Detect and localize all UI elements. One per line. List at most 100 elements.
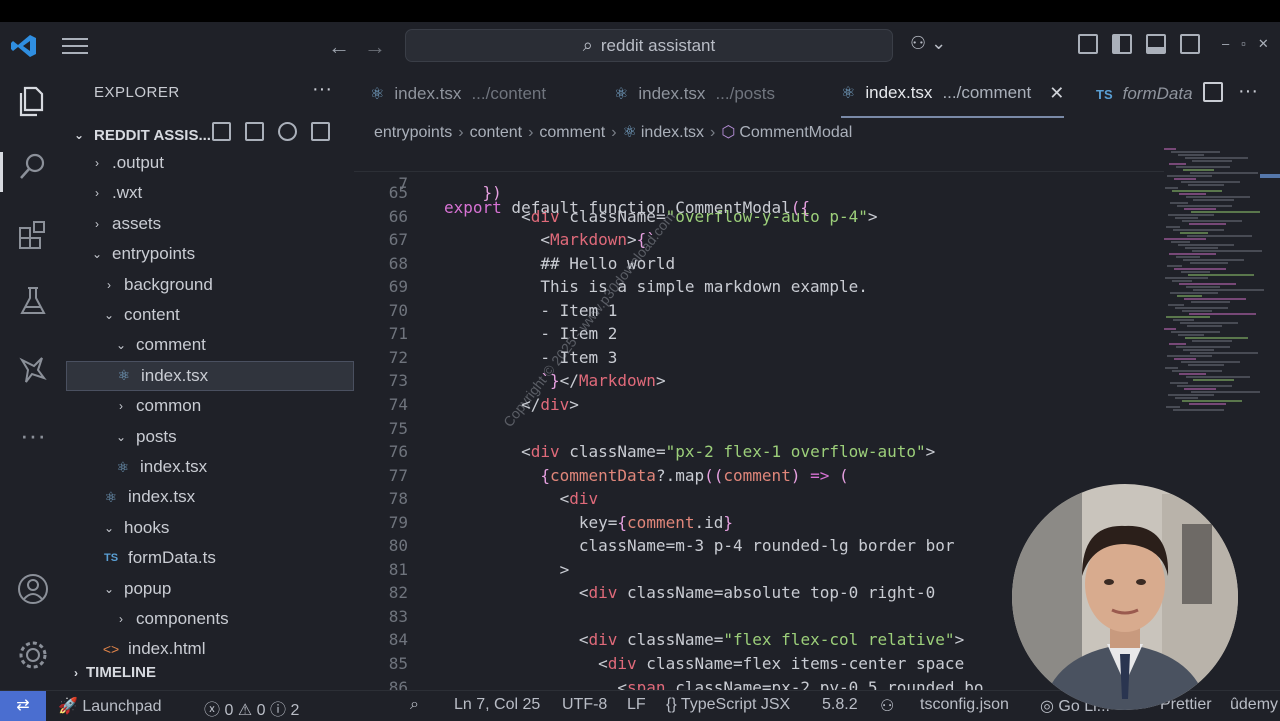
minimap-line bbox=[1164, 238, 1206, 240]
code-line[interactable]: 76 <div className="px-2 flex-1 overflow-… bbox=[354, 440, 1164, 464]
code-text: key={comment.id} bbox=[444, 512, 734, 532]
breadcrumb-item[interactable]: entrypoints bbox=[374, 124, 452, 141]
vscode-logo-icon[interactable] bbox=[10, 32, 38, 60]
language-mode[interactable]: {} TypeScript JSX bbox=[666, 696, 790, 714]
toggle-panel-icon[interactable] bbox=[1146, 34, 1166, 54]
toggle-secondary-sidebar-icon[interactable] bbox=[1180, 34, 1200, 54]
minimap-line bbox=[1175, 307, 1228, 309]
customize-layout-icon[interactable] bbox=[1078, 34, 1098, 54]
remote-indicator-icon[interactable]: ⇄ bbox=[0, 691, 46, 721]
go-forward-icon[interactable]: → bbox=[364, 34, 386, 60]
restore-icon[interactable]: ▫ bbox=[1241, 36, 1246, 52]
zoom-icon[interactable]: ⌕ bbox=[410, 696, 419, 714]
code-line[interactable]: 86 <span className=px-2 py-0.5 rounded b… bbox=[354, 676, 1164, 690]
tree-item[interactable]: <> index.html bbox=[66, 634, 354, 664]
code-line[interactable]: 72 - Item 3 bbox=[354, 346, 1164, 370]
tree-item[interactable]: ⚛ index.tsx bbox=[66, 360, 354, 391]
tree-item[interactable]: ⌄ hooks bbox=[66, 513, 354, 543]
code-line[interactable]: 74 </div> bbox=[354, 393, 1164, 417]
command-center-search[interactable]: ⌕ reddit assistant bbox=[405, 29, 893, 62]
encoding[interactable]: UTF-8 bbox=[562, 696, 607, 714]
tree-item[interactable]: ⚛ index.tsx bbox=[66, 452, 354, 482]
tree-item[interactable]: › common bbox=[66, 391, 354, 421]
line-number: 80 bbox=[388, 536, 408, 556]
testing-flask-icon[interactable] bbox=[14, 282, 52, 320]
extensions-icon[interactable] bbox=[14, 216, 52, 254]
menu-icon[interactable] bbox=[62, 36, 88, 56]
tree-item[interactable]: ⌄ comment bbox=[66, 330, 354, 360]
collapse-all-icon[interactable] bbox=[311, 122, 330, 141]
code-line[interactable]: 75 bbox=[354, 417, 1164, 441]
split-editor-icon[interactable] bbox=[1203, 82, 1223, 102]
ts-version[interactable]: 5.8.2 bbox=[822, 696, 858, 714]
problems-item[interactable]: ⓧ 0 ⚠ 0 ⓘ 2 bbox=[204, 696, 299, 720]
explorer-more-icon[interactable]: ··· bbox=[312, 78, 332, 101]
breadcrumb-item[interactable]: content bbox=[470, 124, 522, 141]
editor-tab[interactable]: TS formData bbox=[1096, 70, 1193, 118]
accounts-icon[interactable] bbox=[14, 570, 52, 608]
more-views-icon[interactable]: ··· bbox=[14, 416, 52, 454]
breadcrumb-item[interactable]: index.tsx bbox=[641, 124, 704, 141]
scrollbar-thumb[interactable] bbox=[1260, 174, 1280, 178]
launchpad-item[interactable]: 🚀 Launchpad bbox=[58, 696, 162, 716]
tree-item[interactable]: TS formData.ts bbox=[66, 543, 354, 573]
code-line[interactable]: 71 - Item 2 bbox=[354, 322, 1164, 346]
minimap-line bbox=[1181, 181, 1240, 183]
minimap-line bbox=[1169, 163, 1186, 165]
tree-item[interactable]: ⌄ posts bbox=[66, 422, 354, 452]
minimap-line bbox=[1173, 229, 1224, 231]
tree-item[interactable]: › components bbox=[66, 604, 354, 634]
minimap-line bbox=[1164, 148, 1176, 150]
breadcrumb-item[interactable]: CommentModal bbox=[739, 124, 852, 141]
settings-gear-icon[interactable] bbox=[14, 636, 52, 674]
code-line[interactable]: 68 ## Hello world bbox=[354, 252, 1164, 276]
minimap-line bbox=[1174, 358, 1196, 360]
refresh-icon[interactable] bbox=[278, 122, 297, 141]
tree-item[interactable]: › .wxt bbox=[66, 178, 354, 208]
cursor-position[interactable]: Ln 7, Col 25 bbox=[454, 696, 540, 714]
code-line[interactable]: 69 This is a simple markdown example. bbox=[354, 275, 1164, 299]
tree-item-label: .output bbox=[112, 153, 164, 172]
copilot-status-icon[interactable]: ⚇ bbox=[880, 696, 894, 716]
new-folder-icon[interactable] bbox=[245, 122, 264, 141]
tree-item-label: index.tsx bbox=[141, 365, 209, 385]
minimap-line bbox=[1191, 211, 1260, 213]
close-window-icon[interactable]: ✕ bbox=[1258, 36, 1269, 52]
code-line[interactable]: 77 {commentData?.map((comment) => ( bbox=[354, 464, 1164, 488]
go-back-icon[interactable]: ← bbox=[328, 34, 350, 60]
editor-tab[interactable]: ⚛ index.tsx .../posts bbox=[614, 70, 775, 118]
tab-more-actions-icon[interactable]: ··· bbox=[1238, 80, 1258, 103]
search-icon[interactable] bbox=[14, 148, 52, 186]
deploy-bird-icon[interactable] bbox=[14, 350, 52, 388]
chevron-right-icon: › bbox=[119, 612, 123, 626]
tree-item[interactable]: ⌄ popup bbox=[66, 574, 354, 604]
toggle-primary-sidebar-icon[interactable] bbox=[1112, 34, 1132, 54]
close-tab-icon[interactable]: ✕ bbox=[1049, 83, 1064, 104]
timeline-section-header[interactable]: › TIMELINE bbox=[74, 664, 156, 681]
breadcrumb-separator-icon: › bbox=[611, 124, 617, 141]
breadcrumb-item[interactable]: comment bbox=[539, 124, 605, 141]
editor-tab[interactable]: ⚛ index.tsx .../content bbox=[370, 70, 546, 118]
minimize-icon[interactable]: – bbox=[1222, 36, 1229, 52]
tree-item[interactable]: › background bbox=[66, 270, 354, 300]
code-line[interactable]: 67 <Markdown>{` bbox=[354, 228, 1164, 252]
minimap[interactable] bbox=[1164, 148, 1264, 428]
minimap-line bbox=[1175, 217, 1198, 219]
info-icon: ⓘ bbox=[269, 702, 286, 719]
tree-item[interactable]: › assets bbox=[66, 209, 354, 239]
new-file-icon[interactable] bbox=[212, 122, 231, 141]
tsconfig-item[interactable]: tsconfig.json bbox=[920, 696, 1009, 714]
code-line[interactable]: 78 <div bbox=[354, 487, 1164, 511]
tree-item[interactable]: › .output bbox=[66, 148, 354, 178]
tree-item[interactable]: ⌄ content bbox=[66, 300, 354, 330]
code-line[interactable]: 73 `}</Markdown> bbox=[354, 369, 1164, 393]
tree-item[interactable]: ⌄ entrypoints bbox=[66, 239, 354, 269]
line-ending[interactable]: LF bbox=[627, 696, 646, 714]
editor-tab[interactable]: ⚛ index.tsx .../comment ✕ bbox=[841, 70, 1065, 118]
explorer-icon[interactable] bbox=[14, 82, 52, 120]
tree-item-label: comment bbox=[136, 335, 206, 355]
tree-item[interactable]: ⚛ index.tsx bbox=[66, 482, 354, 512]
copilot-icon[interactable]: ⚇ ⌄ bbox=[910, 33, 946, 54]
sticky-scroll-line[interactable]: 7 export default function CommentModal({ bbox=[354, 148, 1164, 217]
code-line[interactable]: 70 - Item 1 bbox=[354, 299, 1164, 323]
